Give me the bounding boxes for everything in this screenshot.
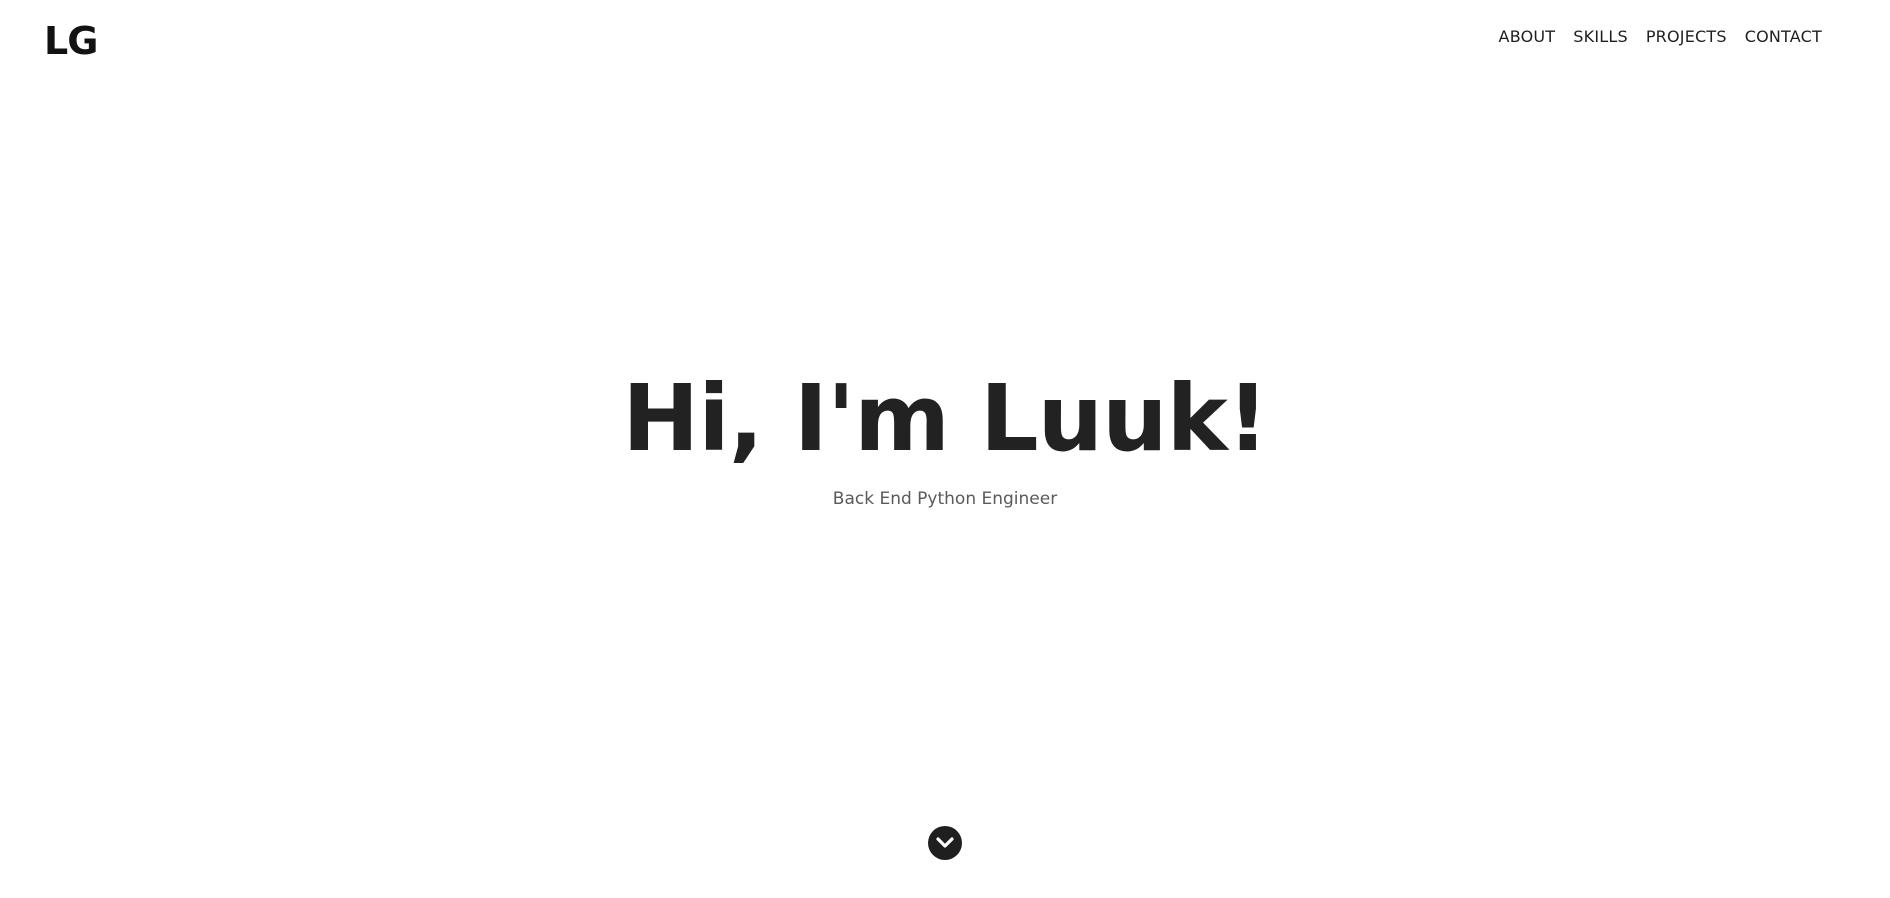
page: LG ABOUT SKILLS PROJECTS CONTACT Hi, I'm… — [0, 0, 1890, 898]
nav-item-skills: SKILLS — [1573, 25, 1628, 49]
scroll-down-button[interactable] — [928, 826, 962, 860]
hero-subtitle: Back End Python Engineer — [832, 489, 1058, 509]
nav-link-projects[interactable]: PROJECTS — [1646, 27, 1727, 46]
site-logo[interactable]: LG — [44, 18, 98, 64]
hero-title: Hi, I'm Luuk! — [622, 365, 1269, 472]
nav-link-skills[interactable]: SKILLS — [1573, 27, 1628, 46]
nav-item-projects: PROJECTS — [1646, 25, 1727, 49]
nav-link-about[interactable]: ABOUT — [1499, 27, 1556, 46]
main-nav: ABOUT SKILLS PROJECTS CONTACT — [1499, 25, 1822, 49]
nav-item-contact: CONTACT — [1745, 25, 1822, 49]
chevron-down-icon — [936, 837, 954, 848]
nav-item-about: ABOUT — [1499, 25, 1556, 49]
nav-link-contact[interactable]: CONTACT — [1745, 27, 1822, 46]
